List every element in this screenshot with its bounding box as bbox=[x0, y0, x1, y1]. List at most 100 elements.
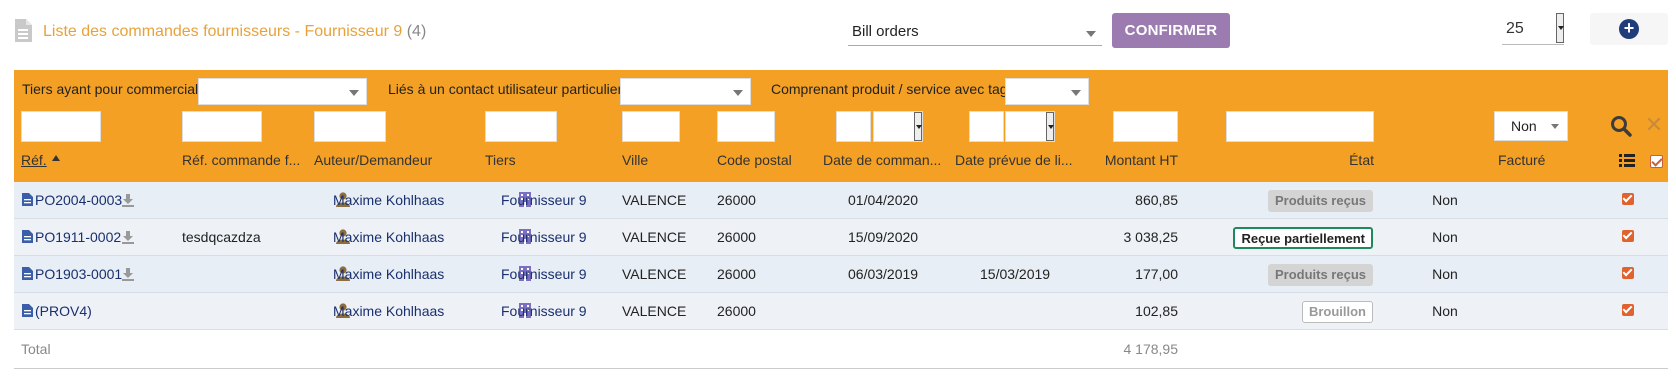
download-icon[interactable] bbox=[121, 193, 135, 207]
confirm-button[interactable]: CONFIRMER bbox=[1112, 13, 1230, 48]
page-title: Liste des commandes fournisseurs - Fourn… bbox=[43, 23, 426, 41]
order-doc-icon bbox=[22, 193, 33, 206]
tag-filter-select[interactable] bbox=[1005, 78, 1089, 105]
town: VALENCE bbox=[622, 192, 687, 208]
thirdparty-link[interactable]: Fournisseur 9 bbox=[501, 303, 587, 319]
column-header-delivery-date[interactable]: Date prévue de li... bbox=[955, 152, 1075, 168]
column-header-zip[interactable]: Code postal bbox=[717, 152, 792, 168]
total-label: Total bbox=[21, 341, 51, 357]
list-icon[interactable] bbox=[1619, 154, 1635, 168]
zip-code: 26000 bbox=[717, 303, 756, 319]
column-header-thirdparty[interactable]: Tiers bbox=[485, 152, 516, 168]
spinner-icon[interactable] bbox=[1046, 112, 1054, 141]
author-search-input[interactable] bbox=[314, 111, 386, 142]
zip-code: 26000 bbox=[717, 266, 756, 282]
amount: 177,00 bbox=[1135, 266, 1178, 282]
ref-search-input[interactable] bbox=[21, 111, 101, 142]
page-title-text: Liste des commandes fournisseurs - Fourn… bbox=[43, 23, 403, 40]
contact-filter-select[interactable] bbox=[620, 78, 751, 105]
thirdparty-link[interactable]: Fournisseur 9 bbox=[501, 229, 587, 245]
column-header-billed[interactable]: Facturé bbox=[1498, 152, 1545, 168]
billed-value: Non bbox=[1432, 303, 1458, 319]
mass-action-value: Bill orders bbox=[852, 23, 919, 40]
amount: 3 038,25 bbox=[1123, 229, 1179, 245]
thirdparty-link[interactable]: Fournisseur 9 bbox=[501, 192, 587, 208]
table-row: PO1903-0001 Maxime Kohlhaas Fournisseur … bbox=[14, 256, 1668, 293]
column-header-order-date[interactable]: Date de comman... bbox=[823, 152, 943, 168]
chevron-down-icon bbox=[349, 90, 359, 96]
table-row: PO2004-0003 Maxime Kohlhaas Fournisseur … bbox=[14, 182, 1668, 219]
new-order-button[interactable]: + bbox=[1590, 13, 1668, 45]
table-row: PO1911-0002 tesdqcazdza Maxime Kohlhaas … bbox=[14, 219, 1668, 256]
column-header-status[interactable]: État bbox=[1314, 152, 1374, 168]
billed-value: Non bbox=[1432, 229, 1458, 245]
order-ref-link[interactable]: PO1911-0002 bbox=[35, 229, 121, 245]
spinner-icon[interactable] bbox=[1556, 13, 1564, 43]
delivery-month-input[interactable] bbox=[1005, 111, 1055, 142]
author-link[interactable]: Maxime Kohlhaas bbox=[333, 266, 444, 282]
close-icon[interactable]: ✕ bbox=[1644, 114, 1664, 136]
supplier-ref-search-input[interactable] bbox=[182, 111, 262, 142]
row-checkbox[interactable] bbox=[1622, 193, 1634, 205]
status-search-input[interactable] bbox=[1226, 111, 1374, 142]
chevron-down-icon bbox=[733, 90, 743, 96]
table-row: (PROV4) Maxime Kohlhaas Fournisseur 9 VA… bbox=[14, 293, 1668, 330]
column-header-town[interactable]: Ville bbox=[622, 152, 648, 168]
billed-filter-value: Non bbox=[1511, 118, 1537, 134]
thirdparty-search-input[interactable] bbox=[485, 111, 557, 142]
thirdparty-link[interactable]: Fournisseur 9 bbox=[501, 266, 587, 282]
amount: 860,85 bbox=[1135, 192, 1178, 208]
order-day-input[interactable] bbox=[836, 111, 871, 142]
zip-search-input[interactable] bbox=[717, 111, 775, 142]
column-header-ref[interactable]: Réf. bbox=[21, 152, 47, 168]
author-link[interactable]: Maxime Kohlhaas bbox=[333, 192, 444, 208]
contact-filter-label: Liés à un contact utilisateur particulie… bbox=[388, 81, 627, 97]
row-checkbox[interactable] bbox=[1622, 267, 1634, 279]
billed-filter-select[interactable]: Non bbox=[1494, 111, 1568, 141]
order-date: 01/04/2020 bbox=[848, 192, 919, 208]
status-badge: Brouillon bbox=[1301, 301, 1373, 323]
author-link[interactable]: Maxime Kohlhaas bbox=[333, 303, 444, 319]
order-month-input[interactable] bbox=[873, 111, 923, 142]
mass-action-select[interactable]: Bill orders bbox=[848, 18, 1102, 46]
column-header-supplier-ref[interactable]: Réf. commande f... bbox=[182, 152, 302, 168]
tag-filter-label: Comprenant produit / service avec tag: bbox=[771, 81, 1012, 97]
page-limit-value: 25 bbox=[1506, 20, 1524, 37]
town: VALENCE bbox=[622, 266, 687, 282]
status-badge: Produits reçus bbox=[1267, 264, 1373, 286]
zip-code: 26000 bbox=[717, 192, 756, 208]
delivery-day-input[interactable] bbox=[969, 111, 1004, 142]
order-date: 06/03/2019 bbox=[848, 266, 919, 282]
total-row: Total 4 178,95 bbox=[14, 330, 1668, 369]
column-header-author[interactable]: Auteur/Demandeur bbox=[314, 152, 432, 168]
row-checkbox[interactable] bbox=[1622, 230, 1634, 242]
billed-value: Non bbox=[1432, 266, 1458, 282]
row-checkbox[interactable] bbox=[1622, 304, 1634, 316]
order-ref-link[interactable]: PO2004-0003 bbox=[35, 192, 122, 208]
chevron-down-icon bbox=[1551, 124, 1559, 129]
commercial-filter-select[interactable] bbox=[198, 78, 367, 105]
supplier-ref: tesdqcazdza bbox=[182, 229, 261, 245]
order-ref-link[interactable]: PO1903-0001 bbox=[35, 266, 122, 282]
status-badge: Reçue partiellement bbox=[1233, 227, 1373, 249]
town: VALENCE bbox=[622, 229, 687, 245]
sort-up-icon[interactable] bbox=[52, 155, 60, 161]
author-link[interactable]: Maxime Kohlhaas bbox=[333, 229, 444, 245]
column-header-amount[interactable]: Montant HT bbox=[1102, 152, 1178, 168]
amount-search-input[interactable] bbox=[1113, 111, 1178, 142]
order-doc-icon bbox=[22, 267, 33, 280]
town-search-input[interactable] bbox=[622, 111, 680, 142]
order-ref-link[interactable]: (PROV4) bbox=[35, 303, 92, 319]
download-icon[interactable] bbox=[121, 230, 135, 244]
order-doc-icon bbox=[22, 230, 33, 243]
page-limit-input[interactable]: 25 bbox=[1502, 13, 1564, 45]
record-count: (4) bbox=[406, 23, 427, 40]
town: VALENCE bbox=[622, 303, 687, 319]
spinner-icon[interactable] bbox=[914, 112, 922, 141]
delivery-date: 15/03/2019 bbox=[980, 266, 1051, 282]
download-icon[interactable] bbox=[121, 267, 135, 281]
search-icon[interactable] bbox=[1609, 114, 1633, 138]
chevron-down-icon bbox=[1086, 31, 1096, 37]
plus-circle-icon: + bbox=[1619, 19, 1639, 39]
select-all-checkbox[interactable] bbox=[1650, 155, 1663, 168]
